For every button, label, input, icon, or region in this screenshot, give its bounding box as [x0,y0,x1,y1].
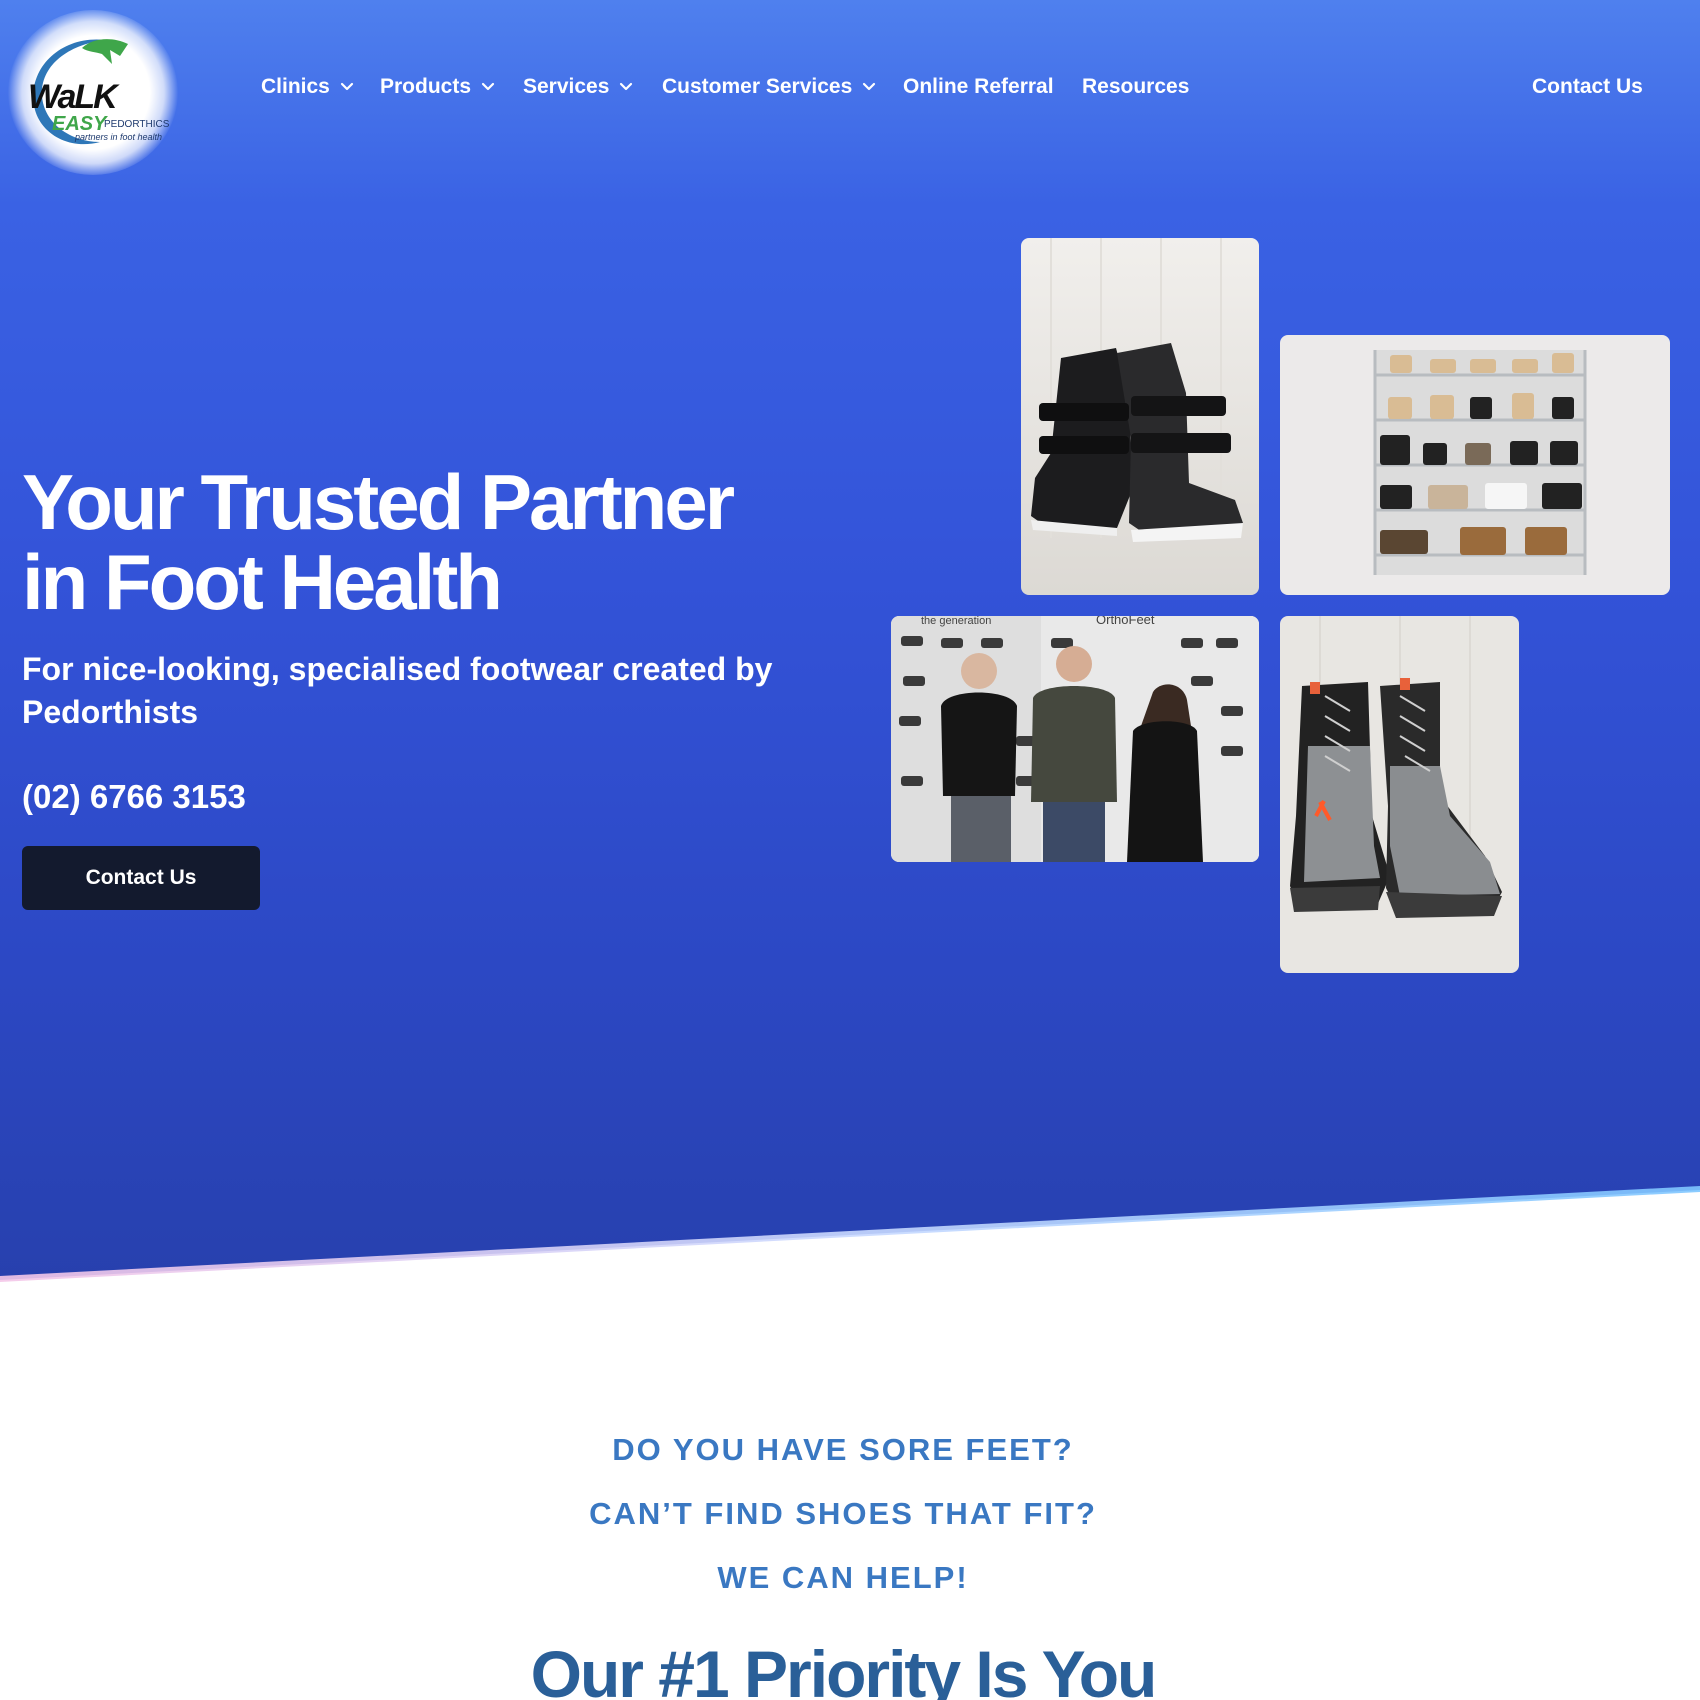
svg-text:OrthoFeet: OrthoFeet [1096,616,1155,627]
hero-phone[interactable]: (02) 6766 3153 [22,778,246,816]
photo-grey-boots [1280,616,1519,973]
nav-item-label: Online Referral [903,75,1054,98]
intro-question-1: DO YOU HAVE SORE FEET? [612,1432,1074,1467]
chevron-down-icon [340,82,353,91]
chevron-down-icon [620,82,633,91]
nav-contact-link[interactable]: Contact Us [1532,70,1643,104]
chevron-down-icon [863,82,876,91]
photo-staff-team: the generation OrthoFeet [891,616,1259,862]
nav-item-online-referral[interactable]: Online Referral [903,70,1054,104]
nav-item-services[interactable]: Services [523,70,633,104]
nav-item-label: Resources [1082,75,1190,98]
hero-subtitle: For nice-looking, specialised footwear c… [22,651,773,730]
photo-shoe-wall [1280,335,1670,595]
nav-item-clinics[interactable]: Clinics [261,70,354,104]
svg-text:partners in foot health: partners in foot health [74,132,162,142]
hero-title-line1: Your Trusted Partner [22,458,735,546]
hero-title-line2: in Foot Health [22,538,503,626]
nav-contact-label: Contact Us [1532,75,1643,98]
svg-text:the generation: the generation [921,616,991,627]
nav-item-products[interactable]: Products [380,70,495,104]
svg-text:PEDORTHICS: PEDORTHICS [104,119,170,130]
intro-question-3: WE CAN HELP! [717,1560,969,1595]
main-nav: Clinics Products Services Customer Servi… [0,70,1700,104]
hero-title: Your Trusted Partner in Foot Health [22,462,782,622]
priority-heading: Our #1 Priority Is You [530,1637,1158,1700]
hero-contact-button[interactable]: Contact Us [22,846,260,910]
chevron-down-icon [481,82,495,91]
nav-item-resources[interactable]: Resources [1082,70,1189,104]
intro-question-2: CAN’T FIND SHOES THAT FIT? [589,1496,1097,1531]
nav-item-label: Services [523,75,610,98]
photo-black-boots [1021,238,1259,595]
nav-item-label: Products [380,75,472,98]
nav-item-label: Clinics [261,75,330,98]
nav-item-customer-services[interactable]: Customer Services [662,70,876,104]
nav-item-label: Customer Services [662,75,853,98]
